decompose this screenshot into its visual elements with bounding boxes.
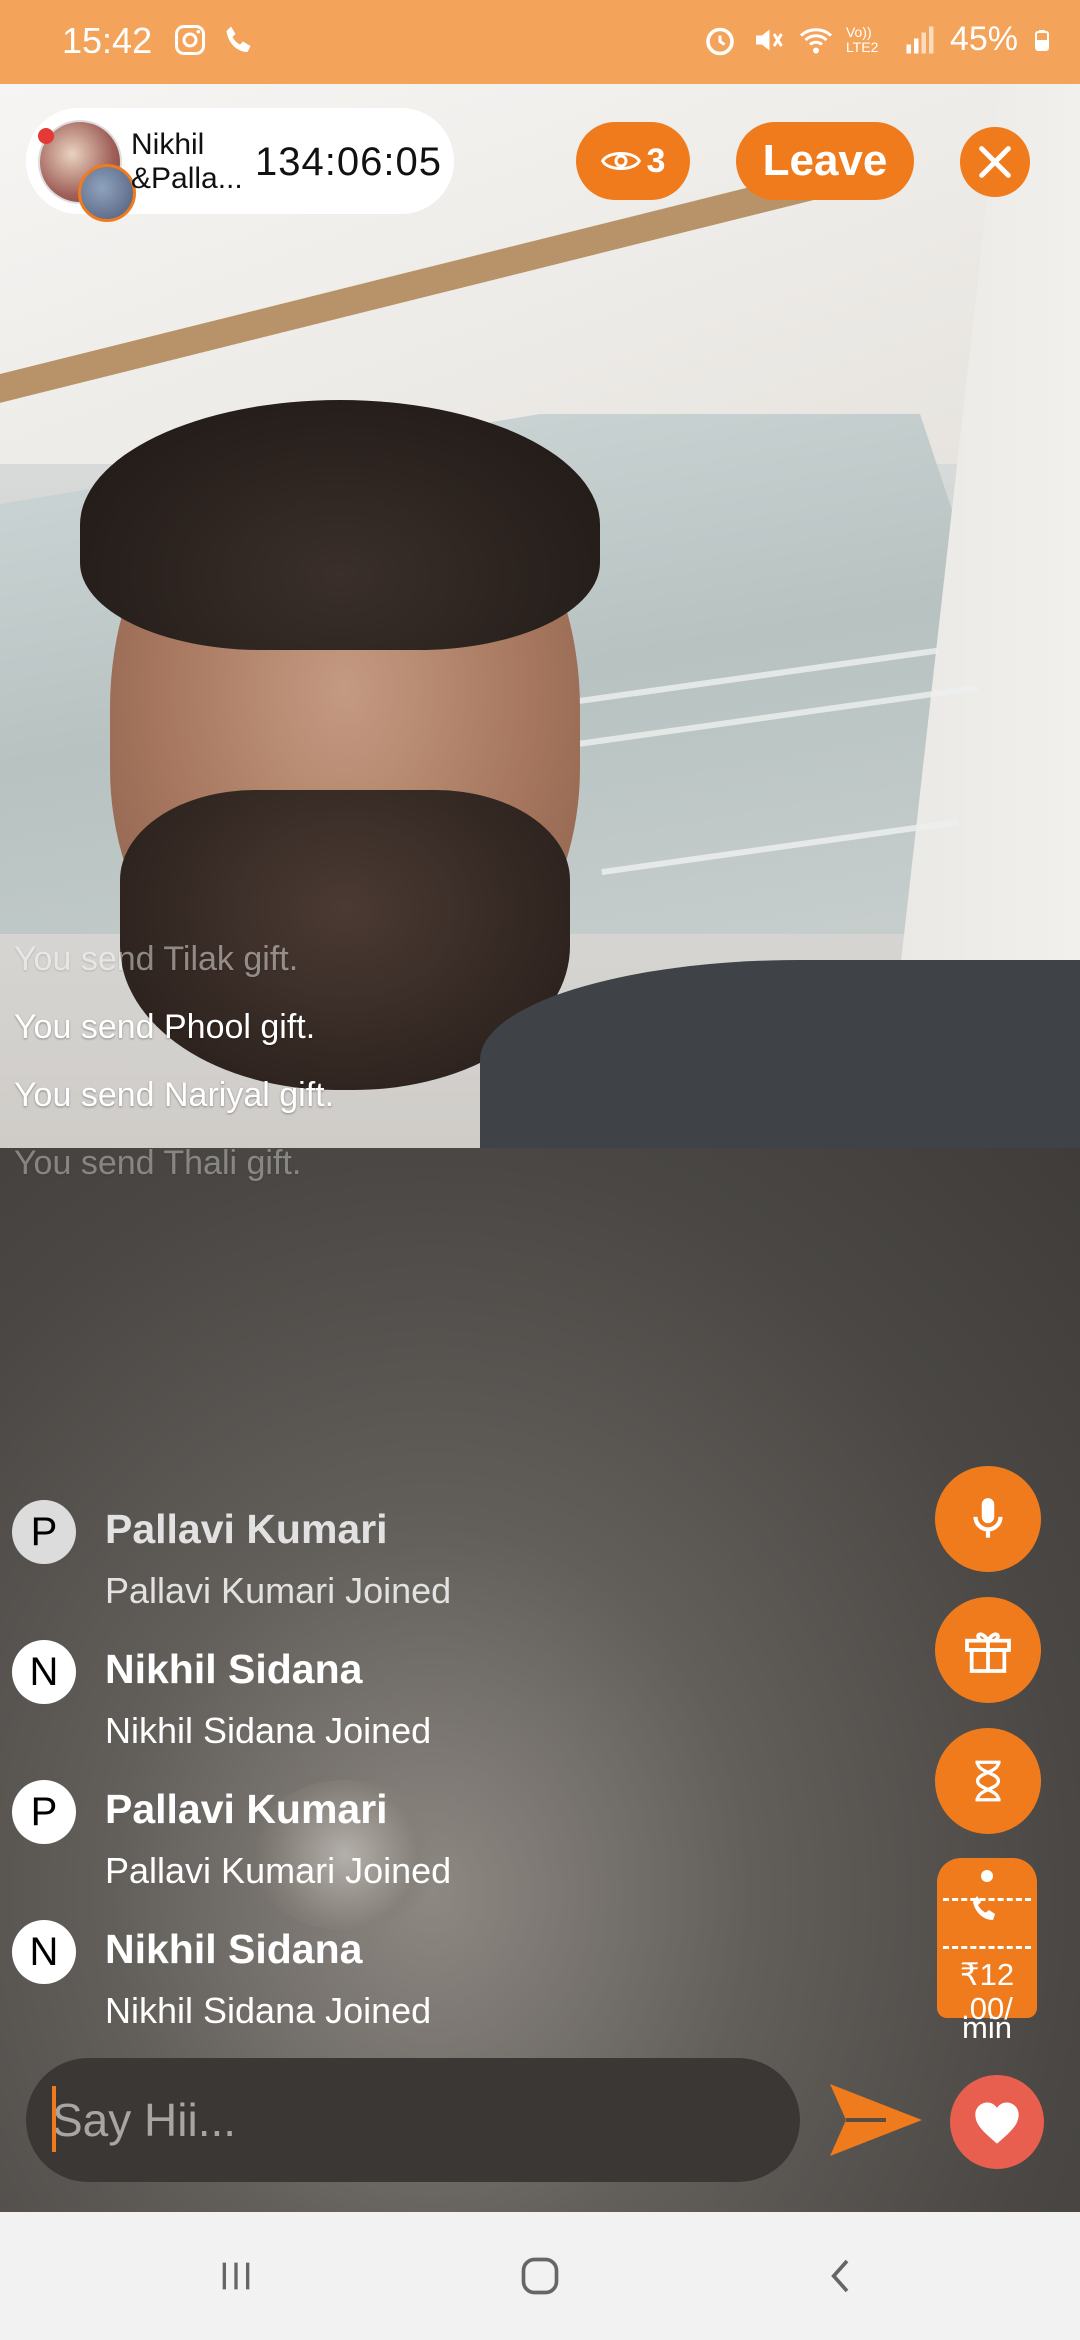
chat-avatar: P bbox=[12, 1780, 76, 1844]
chat-avatar: N bbox=[12, 1640, 76, 1704]
wifi-icon bbox=[799, 27, 832, 53]
gift-message: You send Tilak gift. bbox=[14, 940, 299, 978]
eye-icon bbox=[600, 152, 641, 170]
mic-icon bbox=[973, 1498, 1003, 1538]
stream-timer: 134:06:05 bbox=[255, 140, 442, 184]
signal-icon bbox=[906, 26, 934, 53]
chat-item: P Pallavi Kumari Pallavi Kumari Joined bbox=[12, 1500, 612, 1620]
recent-apps-icon bbox=[222, 2262, 250, 2290]
leave-button[interactable]: Leave bbox=[736, 122, 914, 200]
network-label: Vo)) LTE2 bbox=[845, 23, 879, 55]
like-button[interactable] bbox=[950, 2075, 1044, 2169]
call-rate-unit: min bbox=[962, 2010, 1012, 2045]
chat-username: Pallavi Kumari bbox=[105, 1506, 388, 1552]
chat-input[interactable] bbox=[26, 2058, 800, 2182]
gift-message: You send Thali gift. bbox=[14, 1144, 302, 1182]
call-rate-button[interactable]: ₹12 .00/ bbox=[937, 1858, 1037, 2026]
status-time: 15:42 bbox=[62, 20, 153, 61]
recent-apps-button[interactable] bbox=[196, 2246, 276, 2306]
status-bar: 15:42 Vo)) LTE2 45% bbox=[0, 0, 1080, 84]
heart-icon bbox=[975, 2102, 1019, 2144]
back-button[interactable] bbox=[802, 2246, 882, 2306]
battery-icon bbox=[1035, 29, 1049, 51]
chat-item: P Pallavi Kumari Pallavi Kumari Joined bbox=[12, 1780, 612, 1900]
chat-username: Nikhil Sidana bbox=[105, 1926, 363, 1972]
battery-percent: 45% bbox=[949, 20, 1018, 58]
gift-message: You send Phool gift. bbox=[14, 1008, 316, 1046]
back-icon bbox=[831, 2259, 849, 2293]
chat-avatar: N bbox=[12, 1920, 76, 1984]
viewer-count: 3 bbox=[646, 141, 666, 180]
instagram-icon bbox=[175, 25, 205, 55]
system-nav-bar bbox=[0, 2212, 1080, 2340]
chat-message: Pallavi Kumari Joined bbox=[105, 1570, 452, 1611]
chat-username: Pallavi Kumari bbox=[105, 1786, 388, 1832]
send-icon bbox=[830, 2084, 922, 2156]
mute-icon bbox=[755, 29, 783, 50]
chat-username: Nikhil Sidana bbox=[105, 1646, 363, 1692]
live-indicator bbox=[38, 128, 54, 144]
chat-avatar: P bbox=[12, 1500, 76, 1564]
gift-icon bbox=[965, 1632, 1011, 1673]
co-host-avatar[interactable] bbox=[78, 164, 136, 222]
chat-item: N Nikhil Sidana Nikhil Sidana Joined bbox=[12, 1920, 612, 2040]
mic-button[interactable] bbox=[935, 1466, 1041, 1572]
gift-button[interactable] bbox=[935, 1597, 1041, 1703]
timer-button[interactable] bbox=[935, 1728, 1041, 1834]
video-feed-top bbox=[0, 84, 1080, 1148]
hourglass-icon bbox=[975, 1760, 1001, 1802]
viewer-count-badge[interactable]: 3 bbox=[576, 122, 690, 200]
alarm-icon bbox=[706, 27, 734, 55]
chat-message: Pallavi Kumari Joined bbox=[105, 1850, 452, 1891]
send-button[interactable] bbox=[826, 2080, 926, 2160]
host-name: Nikhil &Palla... bbox=[131, 128, 243, 195]
close-icon bbox=[979, 146, 1011, 178]
gift-message: You send Nariyal gift. bbox=[14, 1076, 335, 1114]
text-caret bbox=[52, 2086, 56, 2152]
chat-message: Nikhil Sidana Joined bbox=[105, 1990, 432, 2031]
chat-message: Nikhil Sidana Joined bbox=[105, 1710, 432, 1751]
call-icon bbox=[226, 26, 251, 52]
home-button[interactable] bbox=[500, 2246, 580, 2306]
home-icon bbox=[521, 2257, 559, 2295]
chat-item: N Nikhil Sidana Nikhil Sidana Joined bbox=[12, 1640, 612, 1760]
close-button[interactable] bbox=[960, 127, 1030, 197]
